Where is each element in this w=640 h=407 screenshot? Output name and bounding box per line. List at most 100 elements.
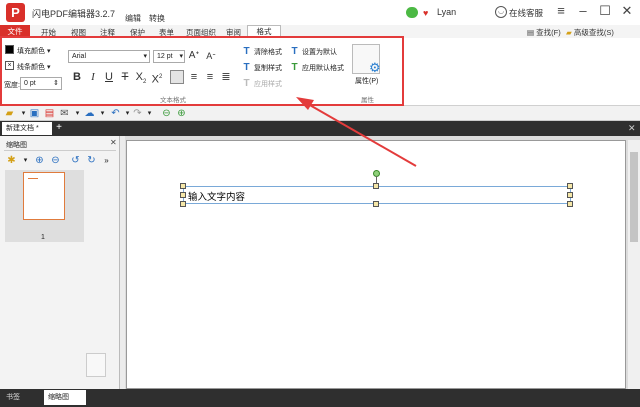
properties-button[interactable]: 属性(P) [355, 76, 378, 86]
folder-search-icon: ▰ [566, 28, 574, 37]
apply-style-icon: T [243, 78, 250, 89]
menu-review[interactable]: 审阅 [226, 27, 241, 38]
clear-format-button[interactable]: 清除格式 [254, 47, 282, 57]
email-dropdown-icon[interactable]: ▾ [72, 108, 83, 119]
smile-icon[interactable]: ◡ [495, 6, 507, 18]
resize-handle-bl[interactable] [180, 201, 186, 207]
apply-style-button[interactable]: 应用样式 [254, 79, 282, 89]
online-service-link[interactable]: 在线客服 [509, 7, 543, 19]
cloud-icon[interactable]: ☁ [84, 108, 95, 119]
line-color-button[interactable]: 线条颜色 ▾ [17, 62, 50, 72]
maximize-icon[interactable]: ☐ [598, 4, 612, 18]
page-thumbnail[interactable] [23, 172, 65, 220]
close-icon[interactable]: ✕ [620, 4, 634, 18]
group-label-properties: 属性 [361, 97, 374, 104]
menu-file[interactable]: 文件 [0, 25, 30, 38]
align-center-icon[interactable]: ≡ [187, 70, 201, 84]
menu-format[interactable]: 格式 [247, 25, 281, 38]
redo-dropdown-icon[interactable]: ▾ [144, 108, 155, 119]
underline-icon[interactable]: U [102, 70, 116, 84]
resize-handle-ml[interactable] [180, 192, 186, 198]
tab-thumbnails[interactable]: 缩略图 [44, 390, 86, 405]
more-icon[interactable]: » [101, 155, 112, 166]
strikethrough-icon[interactable]: T [118, 70, 132, 84]
tab-bookmarks[interactable]: 书签 [2, 390, 42, 405]
fill-color-swatch[interactable] [5, 45, 14, 54]
superscript-icon[interactable]: X2 [150, 70, 164, 86]
zoom-in-icon[interactable]: ⊕ [34, 155, 45, 166]
font-size-select[interactable]: 12 pt ▾ [153, 50, 185, 63]
menu-protect[interactable]: 保护 [130, 27, 145, 38]
resize-handle-br[interactable] [567, 201, 573, 207]
minimize-icon[interactable]: – [576, 4, 590, 18]
zoom-out-icon[interactable]: ⊖ [50, 155, 61, 166]
panel-close-icon[interactable]: ✕ [110, 138, 117, 147]
print-icon[interactable]: ▤ [44, 108, 55, 119]
menu-annotate[interactable]: 注释 [100, 27, 115, 38]
resize-handle-tc[interactable] [373, 183, 379, 189]
pages-watermark-icon [86, 353, 106, 377]
shrink-font-icon[interactable]: Aᐨ [204, 49, 218, 63]
email-icon[interactable]: ✉ [59, 108, 70, 119]
cloud-dropdown-icon[interactable]: ▾ [97, 108, 108, 119]
forward-icon[interactable]: ⊕ [176, 108, 187, 119]
find-icon: ▤ [527, 28, 537, 37]
menu-start[interactable]: 开始 [41, 27, 56, 38]
new-tab-icon[interactable]: + [54, 123, 64, 133]
align-right-icon[interactable]: ≡ [203, 70, 217, 84]
set-default-icon: T [291, 46, 298, 57]
document-tab[interactable]: 新建文档 * [2, 122, 52, 135]
copy-style-icon: T [243, 62, 250, 73]
properties-icon[interactable]: ⚙ [352, 44, 381, 75]
menu-icon[interactable]: ≡ [554, 4, 568, 18]
app-title: 闪电PDF编辑器3.2.7 [32, 9, 116, 19]
line-color-swatch[interactable]: × [5, 61, 14, 70]
redo-icon[interactable]: ↷ [132, 108, 143, 119]
align-left-icon[interactable] [170, 70, 184, 84]
fill-color-button[interactable]: 填充颜色 ▾ [17, 46, 50, 56]
resize-handle-mr[interactable] [567, 192, 573, 198]
menu-page-organize[interactable]: 页面组织 [186, 27, 216, 38]
options-dropdown-icon[interactable]: ▾ [20, 155, 31, 166]
apply-default-button[interactable]: 应用默认格式 [302, 63, 344, 73]
find-button[interactable]: ▤ 查找(F) [527, 27, 561, 38]
page-number: 1 [41, 234, 45, 241]
bottom-bar [0, 389, 640, 407]
subscript-icon[interactable]: X2 [134, 70, 148, 85]
bold-icon[interactable]: B [70, 70, 84, 84]
rotate-left-icon[interactable]: ↺ [70, 155, 81, 166]
copy-style-button[interactable]: 复制样式 [254, 63, 282, 73]
grow-font-icon[interactable]: Aᐩ [187, 49, 201, 63]
width-label: 宽度: [4, 82, 20, 89]
text-box-content[interactable]: 输入文字内容 [188, 189, 245, 203]
apply-default-icon: T [291, 62, 298, 73]
font-select[interactable]: Arial ▾ [68, 50, 150, 63]
menu-form[interactable]: 表单 [159, 27, 174, 38]
undo-icon[interactable]: ↶ [110, 108, 121, 119]
top-tab-edit[interactable]: 编辑 [125, 13, 141, 24]
justify-icon[interactable]: ≣ [219, 70, 233, 84]
thumbnail-options-icon[interactable]: ✱ [6, 155, 17, 166]
resize-handle-tr[interactable] [567, 183, 573, 189]
width-spinner[interactable]: 0 pt ⇕ [20, 77, 62, 90]
quick-access-toolbar [0, 106, 640, 121]
save-icon[interactable]: ▣ [29, 108, 40, 119]
tab-close-icon[interactable]: ✕ [628, 122, 638, 134]
gem-icon: ♥ [423, 8, 429, 18]
set-default-button[interactable]: 设置为默认 [302, 47, 337, 57]
open-icon[interactable]: ▰ [4, 108, 15, 119]
scrollbar-thumb[interactable] [630, 152, 638, 242]
top-tab-convert[interactable]: 转换 [149, 13, 165, 24]
menu-view[interactable]: 视图 [71, 27, 86, 38]
italic-icon[interactable]: I [86, 70, 100, 84]
advanced-find-button[interactable]: ▰ 高级查找(S) [566, 27, 614, 38]
open-dropdown-icon[interactable]: ▾ [18, 108, 29, 119]
back-icon[interactable]: ⊖ [161, 108, 172, 119]
resize-handle-tl[interactable] [180, 183, 186, 189]
clear-format-icon: T [243, 46, 250, 57]
user-name[interactable]: Lyan [437, 7, 456, 17]
app-logo: P [6, 3, 25, 22]
rotate-right-icon[interactable]: ↻ [86, 155, 97, 166]
wechat-icon[interactable] [406, 7, 418, 18]
resize-handle-bc[interactable] [373, 201, 379, 207]
